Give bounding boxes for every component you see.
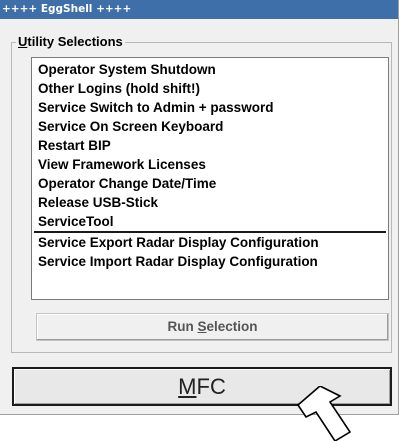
run-selection-button[interactable]: Run Selection bbox=[36, 313, 389, 341]
window-title: ++++ EggShell ++++ bbox=[0, 0, 398, 19]
utility-selections-accel: U bbox=[18, 34, 28, 49]
list-item-other-logins[interactable]: Other Logins (hold shift!) bbox=[38, 79, 200, 98]
list-item-release-usb-stick[interactable]: Release USB-Stick bbox=[38, 193, 158, 212]
mfc-accel: M bbox=[178, 374, 197, 399]
utility-selections-label: Utility Selections bbox=[16, 34, 125, 49]
run-selection-accel: S bbox=[197, 319, 207, 334]
list-item-switch-to-admin[interactable]: Service Switch to Admin + password bbox=[38, 98, 273, 117]
run-selection-label-pre: Run bbox=[167, 319, 198, 334]
list-item-servicetool[interactable]: ServiceTool bbox=[38, 212, 114, 231]
list-item-restart-bip[interactable]: Restart BIP bbox=[38, 136, 111, 155]
list-item-import-radar-config[interactable]: Service Import Radar Display Configurati… bbox=[38, 252, 318, 271]
eggshell-window: ++++ EggShell ++++ Utility Selections Op… bbox=[0, 0, 399, 415]
run-selection-label-post: election bbox=[206, 319, 258, 334]
list-item-view-framework-licenses[interactable]: View Framework Licenses bbox=[38, 155, 206, 174]
list-item-on-screen-keyboard[interactable]: Service On Screen Keyboard bbox=[38, 117, 223, 136]
mfc-label-rest: FC bbox=[196, 374, 226, 399]
list-item-export-radar-config[interactable]: Service Export Radar Display Configurati… bbox=[38, 233, 319, 252]
list-item-change-date-time[interactable]: Operator Change Date/Time bbox=[38, 174, 216, 193]
up-right-arrow-icon bbox=[296, 386, 352, 441]
list-item-operator-system-shutdown[interactable]: Operator System Shutdown bbox=[38, 60, 216, 79]
utility-list[interactable]: Operator System Shutdown Other Logins (h… bbox=[31, 57, 389, 300]
utility-selections-label-rest: tility Selections bbox=[27, 34, 123, 49]
